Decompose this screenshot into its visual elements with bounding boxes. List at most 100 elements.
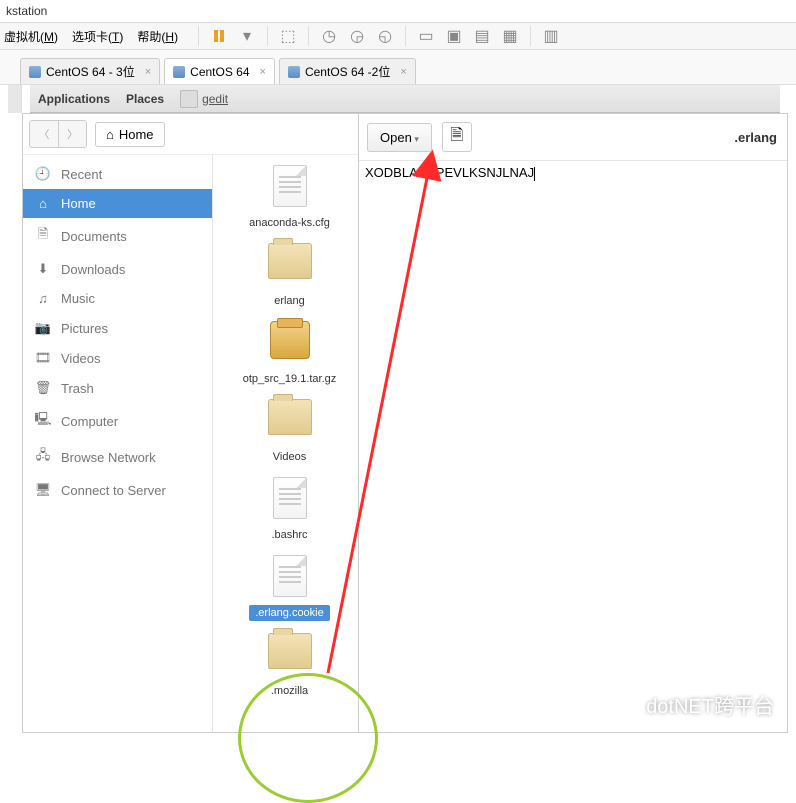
sidebar-label: Trash xyxy=(61,381,94,396)
vm-tab-label: CentOS 64 - 3位 xyxy=(46,63,135,80)
sidebar-label: Pictures xyxy=(61,321,108,336)
thumbnail-icon[interactable]: ▦ xyxy=(499,26,521,46)
sidebar-label: Music xyxy=(61,291,95,306)
sidebar-item-music[interactable]: ♫ Music xyxy=(23,284,212,313)
vm-tabs: CentOS 64 - 3位 × CentOS 64 × CentOS 64 -2位 × xyxy=(0,50,796,85)
file-label: erlang xyxy=(272,294,307,308)
sidebar-icon: ⬇ xyxy=(35,261,51,277)
sidebar-icon: 🗎 xyxy=(35,225,51,247)
sidebar-label: Documents xyxy=(61,229,127,244)
folder-icon xyxy=(268,399,312,435)
sidebar-item-recent[interactable]: 🕘 Recent xyxy=(23,159,212,189)
sidebar-label: Computer xyxy=(61,414,118,429)
new-file-icon: 🗎 xyxy=(450,124,463,151)
menu-tabs[interactable]: 选项卡(T) xyxy=(72,28,123,45)
sidebar-icon: 🗑 xyxy=(35,380,51,396)
sidebar-label: Home xyxy=(61,196,96,211)
places-menu[interactable]: Places xyxy=(126,92,164,106)
vm-tab[interactable]: CentOS 64 -2位 × xyxy=(279,58,416,84)
file-label: anaconda-ks.cfg xyxy=(247,216,332,230)
watermark: dotNET跨平台 xyxy=(612,690,774,719)
applications-menu[interactable]: Applications xyxy=(38,92,110,106)
manage-icon[interactable]: ◵ xyxy=(374,26,396,46)
sidebar-label: Downloads xyxy=(61,262,125,277)
gnome-panel: Applications Places gedit xyxy=(30,85,780,113)
sidebar-item-trash[interactable]: 🗑 Trash xyxy=(23,373,212,403)
file-item[interactable]: .erlang.cookie xyxy=(215,555,364,621)
menu-vm[interactable]: 虚拟机(M) xyxy=(4,28,58,45)
file-label: otp_src_19.1.tar.gz xyxy=(241,372,339,386)
file-label: .bashrc xyxy=(269,528,309,542)
sidebar-item-documents[interactable]: 🗎 Documents xyxy=(23,218,212,254)
app-title: kstation xyxy=(0,0,796,22)
active-app[interactable]: gedit xyxy=(202,92,228,106)
close-icon[interactable]: × xyxy=(400,66,406,78)
archive-icon xyxy=(270,321,310,359)
file-item[interactable]: Videos xyxy=(215,399,364,465)
sidebar-icon: 🖥 xyxy=(35,482,51,498)
sidebar-icon: 🖳 xyxy=(35,410,51,432)
library-icon[interactable]: ▥ xyxy=(540,26,562,46)
sidebar-item-connect-to-server[interactable]: 🖥 Connect to Server xyxy=(23,475,212,505)
file-item[interactable]: otp_src_19.1.tar.gz xyxy=(215,321,364,387)
sidebar-item-home[interactable]: ⌂ Home xyxy=(23,189,212,218)
gedit-icon xyxy=(180,90,198,108)
files-toolbar: 〈 〉 ⌂ Home xyxy=(23,114,366,155)
fullscreen-icon[interactable]: ▭ xyxy=(415,26,437,46)
file-label: Videos xyxy=(271,450,308,464)
new-file-button[interactable]: 🗎 xyxy=(442,122,472,152)
sidebar-icon: 🕘 xyxy=(35,166,51,182)
snapshot-icon[interactable]: ◷ xyxy=(318,26,340,46)
folder-icon xyxy=(268,243,312,279)
vm-tab[interactable]: CentOS 64 × xyxy=(164,58,275,84)
sidebar-item-computer[interactable]: 🖳 Computer xyxy=(23,403,212,439)
file-icon xyxy=(273,165,307,207)
menu-help[interactable]: 帮助(H) xyxy=(137,28,178,45)
sidebar-item-pictures[interactable]: 📷 Pictures xyxy=(23,313,212,343)
wechat-icon xyxy=(612,694,640,716)
sidebar-item-downloads[interactable]: ⬇ Downloads xyxy=(23,254,212,284)
panel-edge xyxy=(8,85,22,113)
sidebar-icon: 📷 xyxy=(35,320,51,336)
sidebar-icon: ⌂ xyxy=(35,196,51,211)
dropdown-icon[interactable]: ▾ xyxy=(236,26,258,46)
close-icon[interactable]: × xyxy=(145,66,151,78)
vm-tab-icon xyxy=(29,66,41,78)
console-icon[interactable]: ▤ xyxy=(471,26,493,46)
vm-tab[interactable]: CentOS 64 - 3位 × xyxy=(20,58,160,84)
sidebar-label: Videos xyxy=(61,351,101,366)
sidebar-item-browse-network[interactable]: 🖧 Browse Network xyxy=(23,439,212,475)
open-button[interactable]: Open xyxy=(367,123,432,152)
unity-icon[interactable]: ▣ xyxy=(443,26,465,46)
forward-button[interactable]: 〉 xyxy=(58,121,86,147)
close-icon[interactable]: × xyxy=(260,66,266,78)
file-icon xyxy=(273,477,307,519)
back-button[interactable]: 〈 xyxy=(30,121,58,147)
pause-icon[interactable] xyxy=(208,26,230,46)
revert-icon[interactable]: ◶ xyxy=(346,26,368,46)
sidebar-item-videos[interactable]: 🎞 Videos xyxy=(23,343,212,373)
sidebar: 🕘 Recent ⌂ Home 🗎 Documents ⬇ Downloads ♫ Music 📷 P… xyxy=(23,155,213,733)
document-title: .erlang xyxy=(734,130,779,145)
file-item[interactable]: .mozilla xyxy=(215,633,364,699)
file-grid: anaconda-ks.cfg erlang otp_src_19.1.tar.gz… xyxy=(213,155,366,733)
sidebar-label: Browse Network xyxy=(61,450,156,465)
text-editor[interactable]: XODBLADBPEVLKSNJLNAJ xyxy=(359,161,787,185)
sidebar-icon: 🎞 xyxy=(35,350,51,366)
vm-tab-label: CentOS 64 xyxy=(190,65,249,79)
home-icon: ⌂ xyxy=(106,127,114,142)
vmware-toolbar: 虚拟机(M) 选项卡(T) 帮助(H) ▾ ⬚ ◷ ◶ ◵ ▭ ▣ ▤ ▦ ▥ xyxy=(0,22,796,50)
file-icon xyxy=(273,555,307,597)
sidebar-icon: ♫ xyxy=(35,291,51,306)
vm-tab-label: CentOS 64 -2位 xyxy=(305,63,390,80)
file-item[interactable]: .bashrc xyxy=(215,477,364,543)
file-item[interactable]: erlang xyxy=(215,243,364,309)
vm-tab-icon xyxy=(173,66,185,78)
sidebar-label: Connect to Server xyxy=(61,483,166,498)
send-ctrl-alt-del-icon[interactable]: ⬚ xyxy=(277,26,299,46)
sidebar-icon: 🖧 xyxy=(35,446,51,468)
sidebar-label: Recent xyxy=(61,167,102,182)
gedit-toolbar: Open 🗎 .erlang xyxy=(359,114,787,161)
file-item[interactable]: anaconda-ks.cfg xyxy=(215,165,364,231)
path-home[interactable]: ⌂ Home xyxy=(95,122,165,147)
